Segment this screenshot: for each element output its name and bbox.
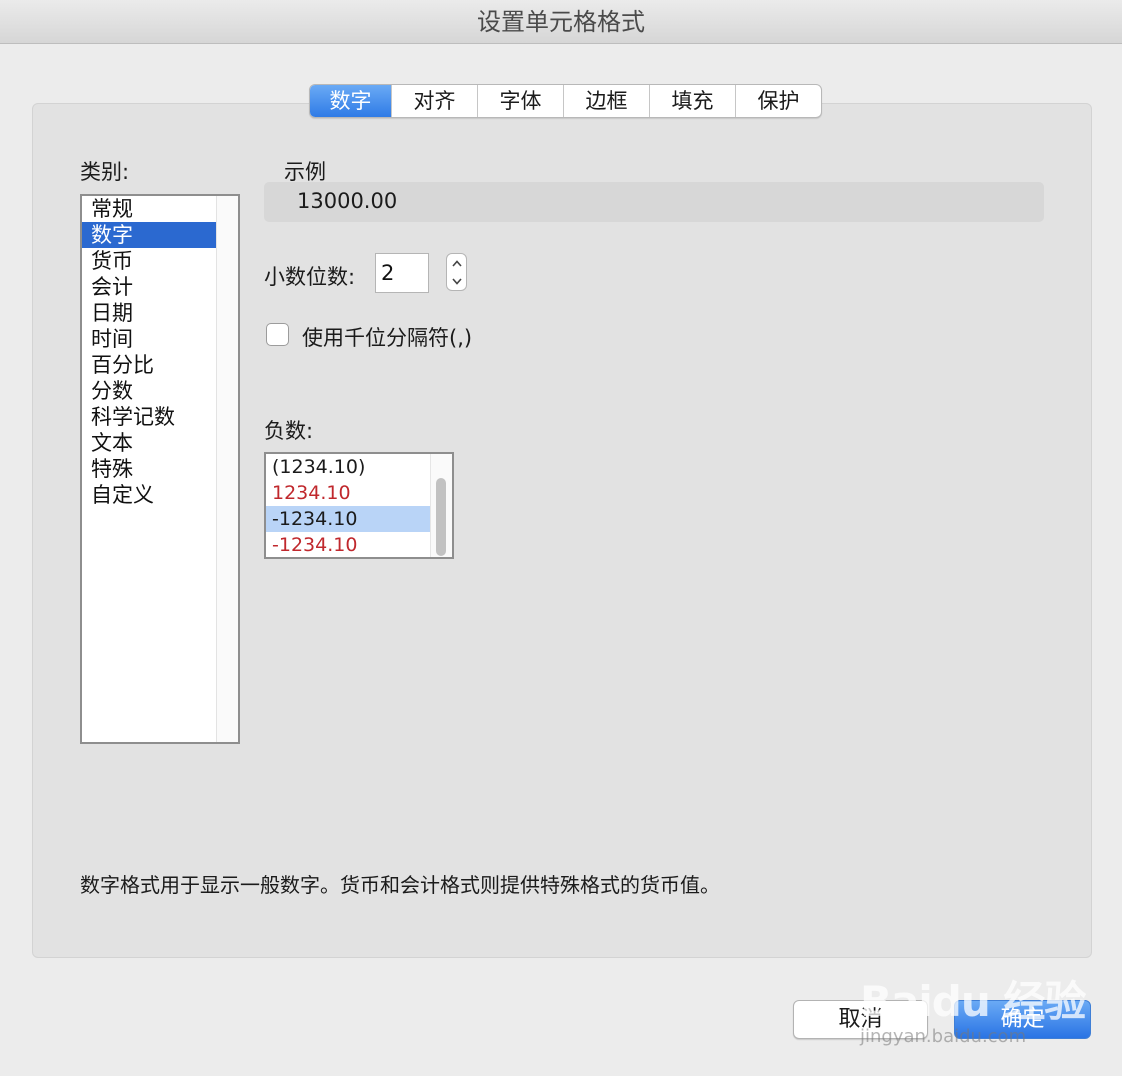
cancel-button[interactable]: 取消 — [793, 1000, 928, 1039]
category-item-fraction[interactable]: 分数 — [82, 378, 216, 404]
tab-protection[interactable]: 保护 — [735, 85, 821, 117]
tab-number[interactable]: 数字 — [310, 85, 391, 117]
thousands-separator-checkbox[interactable] — [266, 323, 289, 346]
category-item-general[interactable]: 常规 — [82, 196, 216, 222]
negative-numbers-scrollbar[interactable] — [430, 454, 452, 557]
category-item-currency[interactable]: 货币 — [82, 248, 216, 274]
category-item-accounting[interactable]: 会计 — [82, 274, 216, 300]
category-item-text[interactable]: 文本 — [82, 430, 216, 456]
category-item-date[interactable]: 日期 — [82, 300, 216, 326]
tab-fill[interactable]: 填充 — [649, 85, 735, 117]
negative-numbers-list[interactable]: (1234.10) 1234.10 -1234.10 -1234.10 — [264, 452, 454, 559]
chevron-down-icon[interactable] — [447, 272, 466, 290]
decimals-label: 小数位数: — [264, 265, 356, 289]
category-scrollbar[interactable] — [216, 196, 238, 742]
format-description: 数字格式用于显示一般数字。货币和会计格式则提供特殊格式的货币值。 — [80, 873, 720, 897]
decimals-stepper[interactable] — [446, 253, 467, 291]
chevron-up-icon[interactable] — [447, 254, 466, 272]
thousands-separator-label[interactable]: 使用千位分隔符(,) — [302, 322, 472, 352]
negative-option-minus-red[interactable]: -1234.10 — [266, 532, 430, 558]
negative-option-red[interactable]: 1234.10 — [266, 480, 430, 506]
category-item-number[interactable]: 数字 — [82, 222, 216, 248]
category-label: 类别: — [80, 160, 130, 184]
category-list[interactable]: 常规 数字 货币 会计 日期 时间 百分比 分数 科学记数 文本 特殊 自定义 — [80, 194, 240, 744]
negative-option-parentheses[interactable]: (1234.10) — [266, 454, 430, 480]
tab-border[interactable]: 边框 — [563, 85, 649, 117]
category-item-custom[interactable]: 自定义 — [82, 482, 216, 508]
category-item-time[interactable]: 时间 — [82, 326, 216, 352]
category-item-percentage[interactable]: 百分比 — [82, 352, 216, 378]
category-item-scientific[interactable]: 科学记数 — [82, 404, 216, 430]
sample-value: 13000.00 — [264, 182, 1044, 222]
negative-numbers-label: 负数: — [264, 419, 314, 443]
scrollbar-thumb[interactable] — [436, 478, 446, 556]
ok-button[interactable]: 确定 — [954, 1000, 1091, 1039]
tab-bar: 数字 对齐 字体 边框 填充 保护 — [309, 84, 822, 118]
negative-option-minus[interactable]: -1234.10 — [266, 506, 430, 532]
window-title: 设置单元格格式 — [0, 0, 1122, 44]
category-item-special[interactable]: 特殊 — [82, 456, 216, 482]
decimals-input[interactable] — [375, 253, 429, 293]
tab-font[interactable]: 字体 — [477, 85, 563, 117]
tab-alignment[interactable]: 对齐 — [391, 85, 477, 117]
